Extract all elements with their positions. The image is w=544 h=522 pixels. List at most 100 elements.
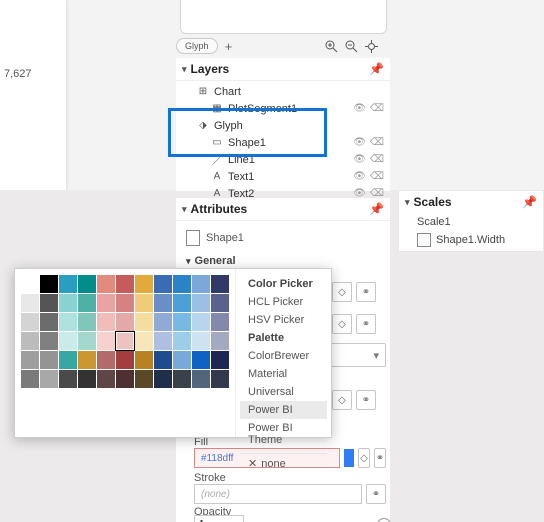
color-swatch[interactable] bbox=[173, 294, 191, 312]
layers-header[interactable]: ▾ Layers 📌 bbox=[176, 58, 390, 81]
pin-icon[interactable]: 📌 bbox=[369, 62, 384, 76]
eye-icon[interactable]: 👁 bbox=[353, 137, 366, 148]
color-swatch[interactable] bbox=[173, 351, 191, 369]
color-swatch[interactable] bbox=[116, 313, 134, 331]
color-swatch[interactable] bbox=[211, 351, 229, 369]
color-swatch[interactable] bbox=[40, 351, 58, 369]
color-swatch[interactable] bbox=[116, 294, 134, 312]
color-swatch[interactable] bbox=[192, 275, 210, 293]
picker-powerbitheme[interactable]: Power BI Theme bbox=[240, 419, 327, 449]
color-swatch[interactable] bbox=[135, 313, 153, 331]
color-swatch[interactable] bbox=[78, 370, 96, 388]
eye-icon[interactable]: 👁 bbox=[353, 171, 366, 182]
color-swatch[interactable] bbox=[211, 275, 229, 293]
erase-icon[interactable]: ⌫ bbox=[370, 171, 384, 182]
color-swatch[interactable] bbox=[40, 313, 58, 331]
zoom-out-icon[interactable] bbox=[344, 39, 358, 53]
color-swatch[interactable] bbox=[97, 332, 115, 350]
pin-icon[interactable]: 📌 bbox=[522, 195, 537, 209]
attributes-header[interactable]: ▾ Attributes 📌 bbox=[176, 198, 390, 221]
bind-button[interactable]: ◇ bbox=[332, 390, 352, 410]
color-swatch[interactable] bbox=[173, 332, 191, 350]
color-swatch[interactable] bbox=[40, 275, 58, 293]
scales-header[interactable]: ▾ Scales 📌 bbox=[399, 191, 543, 213]
bind-button[interactable]: ◇ bbox=[358, 448, 370, 468]
color-swatch[interactable] bbox=[78, 332, 96, 350]
scales-scale1[interactable]: Scale1 bbox=[399, 213, 543, 231]
color-swatch[interactable] bbox=[192, 313, 210, 331]
color-swatch[interactable] bbox=[59, 294, 77, 312]
color-swatch[interactable] bbox=[154, 275, 172, 293]
color-swatch[interactable] bbox=[59, 370, 77, 388]
color-swatch[interactable] bbox=[97, 294, 115, 312]
color-swatch[interactable] bbox=[40, 370, 58, 388]
link-button[interactable]: ⚭ bbox=[366, 484, 386, 504]
tree-line1[interactable]: ／Line1👁⌫ bbox=[176, 151, 390, 168]
color-swatch[interactable] bbox=[97, 275, 115, 293]
tree-chart[interactable]: ⊞Chart bbox=[176, 83, 390, 100]
color-swatch[interactable] bbox=[192, 351, 210, 369]
color-swatch[interactable] bbox=[78, 275, 96, 293]
color-swatch[interactable] bbox=[21, 351, 39, 369]
tree-shape1[interactable]: ▭Shape1👁⌫ bbox=[176, 134, 390, 151]
opacity-input[interactable] bbox=[194, 515, 244, 522]
picker-hcl[interactable]: HCL Picker bbox=[240, 293, 327, 311]
color-swatch[interactable] bbox=[59, 351, 77, 369]
picker-none[interactable]: ✕none bbox=[240, 453, 327, 473]
attr-general-section[interactable]: ▾General bbox=[186, 255, 380, 267]
color-swatch[interactable] bbox=[21, 370, 39, 388]
stroke-input[interactable] bbox=[194, 484, 362, 504]
glyph-chip[interactable]: Glyph bbox=[176, 38, 218, 54]
eye-icon[interactable]: 👁 bbox=[353, 154, 366, 165]
color-swatch[interactable] bbox=[97, 370, 115, 388]
color-swatch[interactable] bbox=[154, 332, 172, 350]
color-swatch[interactable] bbox=[40, 294, 58, 312]
color-swatch[interactable] bbox=[154, 294, 172, 312]
pin-icon[interactable]: 📌 bbox=[369, 202, 384, 216]
color-swatch[interactable] bbox=[192, 294, 210, 312]
color-swatch[interactable] bbox=[78, 294, 96, 312]
scales-shapewidth[interactable]: Shape1.Width bbox=[399, 231, 543, 249]
color-swatch[interactable] bbox=[211, 370, 229, 388]
fit-icon[interactable] bbox=[364, 39, 378, 53]
color-swatch[interactable] bbox=[154, 313, 172, 331]
tree-text1[interactable]: AText1👁⌫ bbox=[176, 168, 390, 185]
color-swatch[interactable] bbox=[97, 351, 115, 369]
color-swatch[interactable] bbox=[78, 313, 96, 331]
color-swatch[interactable] bbox=[78, 351, 96, 369]
erase-icon[interactable]: ⌫ bbox=[370, 103, 384, 114]
picker-hsv[interactable]: HSV Picker bbox=[240, 311, 327, 329]
color-swatch[interactable] bbox=[135, 275, 153, 293]
color-swatch[interactable] bbox=[192, 332, 210, 350]
color-swatch[interactable] bbox=[116, 370, 134, 388]
color-swatch[interactable] bbox=[59, 275, 77, 293]
color-swatch[interactable] bbox=[173, 275, 191, 293]
color-swatch[interactable] bbox=[154, 370, 172, 388]
color-swatch[interactable] bbox=[21, 294, 39, 312]
color-swatch[interactable] bbox=[97, 313, 115, 331]
color-swatch[interactable] bbox=[21, 332, 39, 350]
color-swatch[interactable] bbox=[192, 370, 210, 388]
tree-glyph[interactable]: ⬗Glyph bbox=[176, 117, 390, 134]
color-swatch[interactable] bbox=[21, 313, 39, 331]
picker-universal[interactable]: Universal bbox=[240, 383, 327, 401]
zoom-in-icon[interactable] bbox=[324, 39, 338, 53]
color-swatch[interactable] bbox=[59, 313, 77, 331]
color-swatch[interactable] bbox=[211, 332, 229, 350]
picker-material[interactable]: Material bbox=[240, 365, 327, 383]
link-button[interactable]: ⚭ bbox=[356, 314, 376, 334]
color-swatch[interactable] bbox=[40, 332, 58, 350]
erase-icon[interactable]: ⌫ bbox=[370, 154, 384, 165]
color-swatch[interactable] bbox=[135, 370, 153, 388]
tree-plotsegment[interactable]: ▦PlotSegment1👁⌫ bbox=[176, 100, 390, 117]
add-glyph-button[interactable]: + bbox=[222, 39, 236, 53]
color-swatch[interactable] bbox=[116, 351, 134, 369]
color-swatch[interactable] bbox=[211, 294, 229, 312]
picker-colorbrewer[interactable]: ColorBrewer bbox=[240, 347, 327, 365]
bind-button[interactable]: ◇ bbox=[332, 282, 352, 302]
bind-button[interactable]: ◇ bbox=[332, 314, 352, 334]
picker-powerbi[interactable]: Power BI bbox=[240, 401, 327, 419]
color-swatch[interactable] bbox=[116, 332, 134, 350]
color-swatch[interactable] bbox=[154, 351, 172, 369]
link-button[interactable]: ⚭ bbox=[356, 390, 376, 410]
